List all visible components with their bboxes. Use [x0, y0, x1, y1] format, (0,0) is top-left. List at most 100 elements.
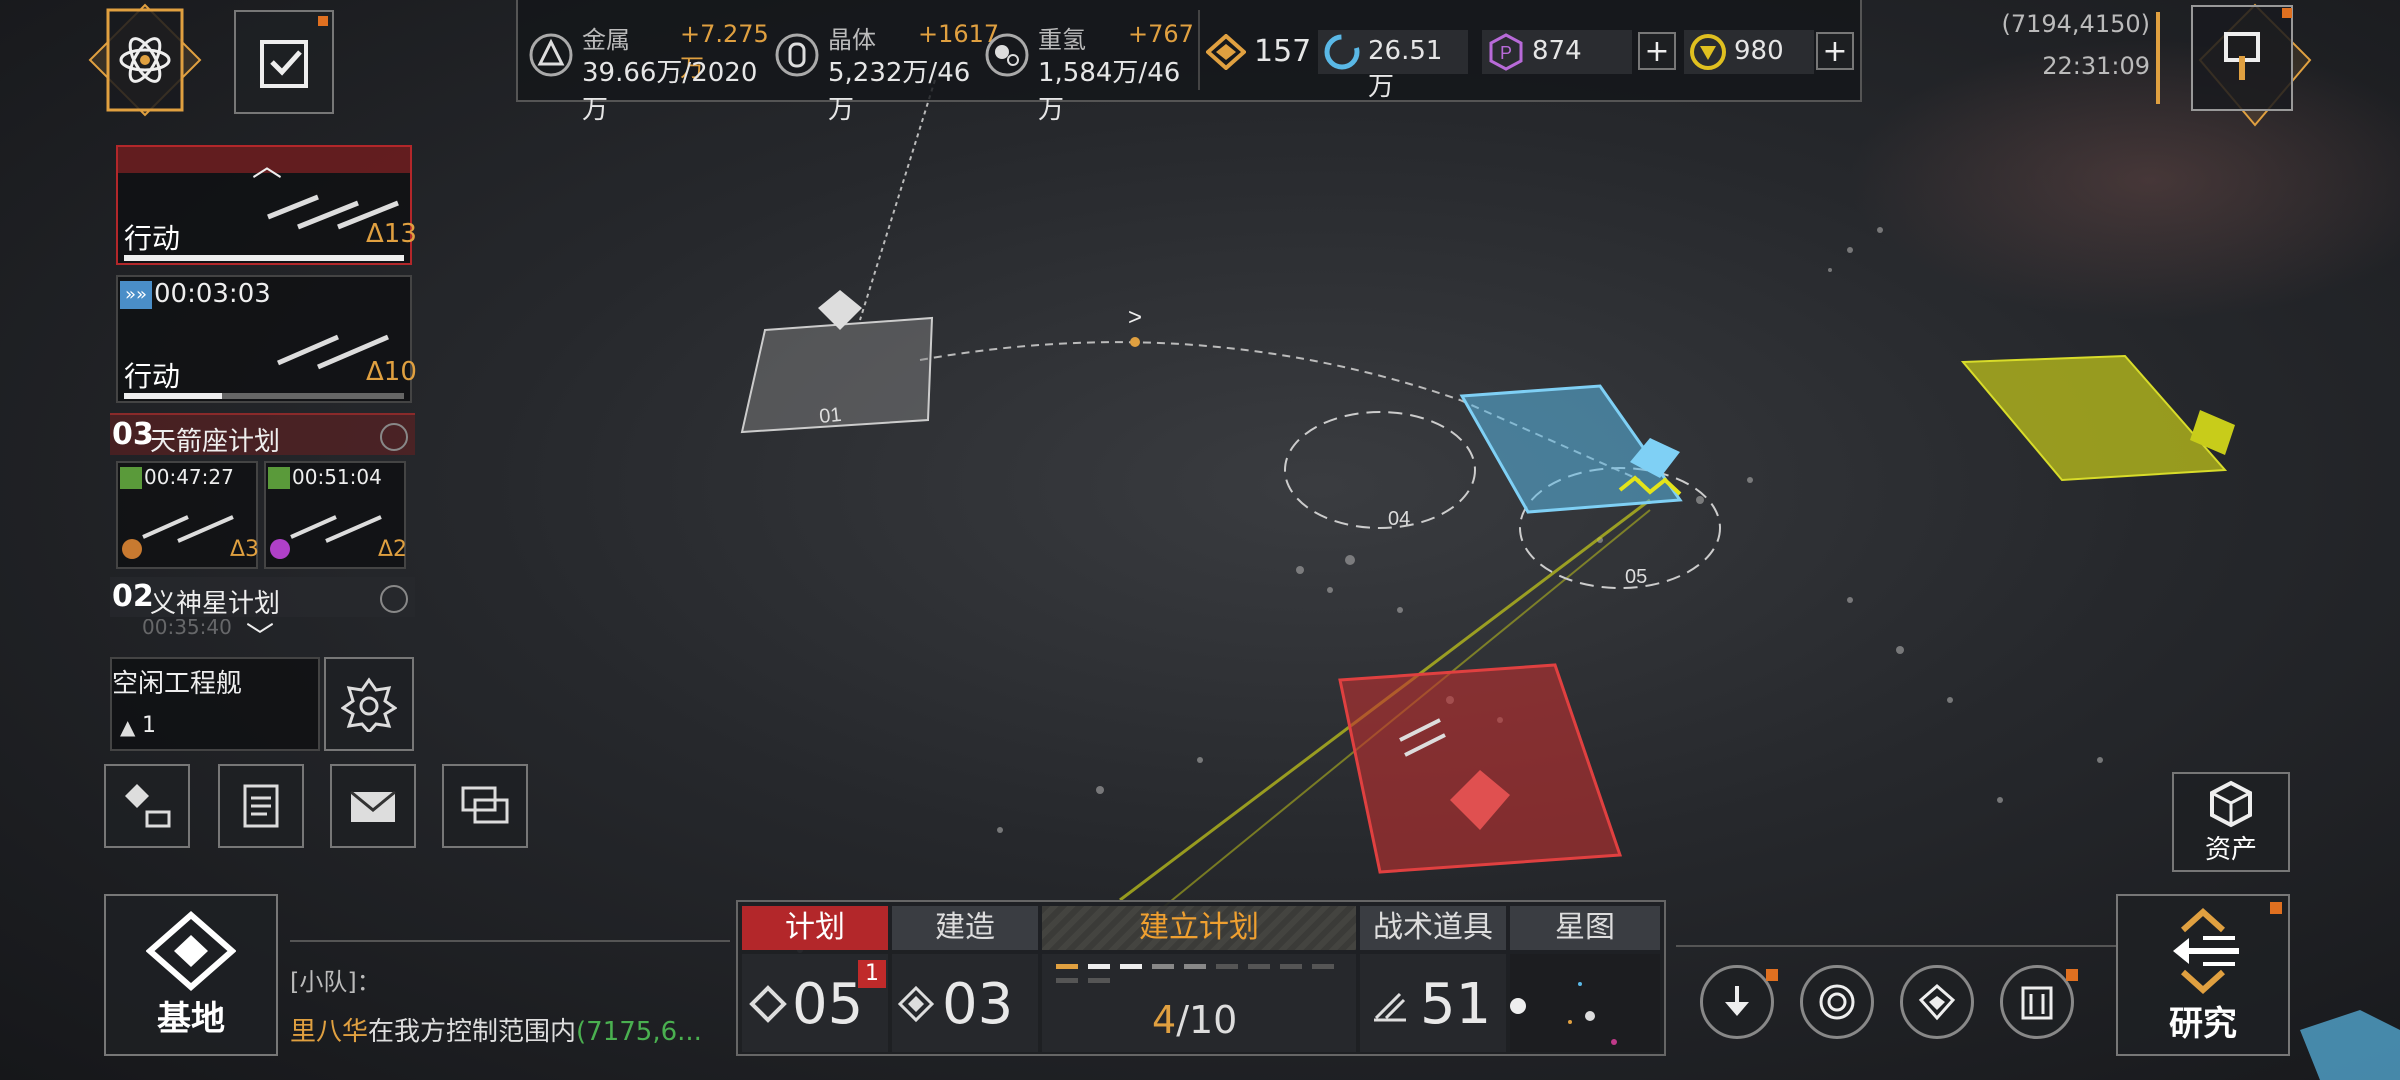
assets-button[interactable]: 资产: [2172, 772, 2290, 872]
download-button[interactable]: [1700, 965, 1774, 1039]
atom-menu-button[interactable]: [60, 0, 230, 120]
slot-icon: [268, 467, 290, 489]
chat-message: 在我方控制范围内: [368, 1017, 577, 1047]
deuterium-label: 重氢: [1038, 26, 1086, 54]
tab-tactical-items[interactable]: 战术道具: [1360, 906, 1506, 950]
tab-plan[interactable]: 计划: [742, 906, 888, 950]
plan-slot-1[interactable]: 00:47:27 Δ3: [116, 461, 259, 569]
plan-header-02[interactable]: 02 义神星计划: [110, 577, 415, 619]
guild-button[interactable]: [2000, 965, 2074, 1039]
tab-build[interactable]: 建造: [892, 906, 1038, 950]
cycle-icon: [1324, 34, 1360, 70]
map-marker-button[interactable]: [2170, 0, 2340, 130]
slot-timer: 00:47:27: [144, 465, 234, 489]
energy-value: 157: [1254, 34, 1312, 69]
cycle-value: 26.51万: [1368, 36, 1443, 102]
mail-collect-button[interactable]: [104, 764, 190, 848]
speed-icon: »»: [120, 281, 152, 309]
hexagon-p-icon: P: [1489, 33, 1523, 71]
minimap-icon: [1510, 982, 1617, 1045]
mail-button[interactable]: [330, 764, 416, 848]
premium-resource[interactable]: P 874: [1482, 30, 1632, 74]
fleet-status: 行动: [124, 360, 181, 393]
chat-channel: [小队]：: [290, 968, 381, 996]
time-text: 22:31:09: [2042, 52, 2150, 80]
fleet-timer: 00:03:03: [154, 279, 271, 309]
plan-toggle-icon[interactable]: [380, 585, 408, 613]
metal-value: 39.66万/2020万: [582, 58, 758, 125]
round-buttons-bar: [1676, 945, 2116, 1057]
scan-button[interactable]: [1800, 965, 1874, 1039]
idle-engineer-count: 1: [142, 713, 156, 738]
tab-create-plan[interactable]: 建立计划: [1042, 906, 1356, 950]
fleet-progress-bar: [124, 393, 404, 399]
research-icon: [2173, 907, 2239, 994]
metal-resource[interactable]: 金属 +7.275万 39.66万/2020万: [528, 20, 769, 125]
atom-icon: [119, 37, 171, 83]
research-button[interactable]: 研究: [2116, 894, 2290, 1056]
task-checklist-button[interactable]: [234, 10, 334, 114]
fleet-progress-bar: [124, 255, 404, 261]
gear-icon: [341, 677, 397, 732]
gold-resource[interactable]: 980: [1684, 30, 1814, 74]
deuterium-resource[interactable]: 重氢 +767 1,584万/46万: [984, 20, 1194, 125]
tactics-count: 51: [1420, 972, 1492, 1037]
chat-coords[interactable]: (7175,6...: [576, 1017, 702, 1047]
svg-text:P: P: [1500, 43, 1512, 63]
deuterium-icon: [985, 33, 1029, 77]
idle-engineer-panel[interactable]: 空闲工程舰 ▲ 1: [110, 657, 320, 751]
plan-count: 05: [792, 972, 864, 1037]
notification-dot: [318, 16, 328, 26]
add-premium-button[interactable]: +: [1638, 32, 1676, 70]
metal-icon: [529, 33, 573, 77]
envelope-icon: [350, 790, 396, 822]
build-icon: [897, 985, 935, 1023]
slot-level: Δ2: [378, 537, 408, 562]
plan-name: 天箭座计划: [150, 427, 281, 457]
fleet-progress-fill: [124, 393, 222, 399]
deuterium-gain: +767: [1128, 20, 1194, 48]
notification-dot: [1766, 969, 1778, 981]
chat-bubbles-icon: [461, 786, 509, 824]
deuterium-value: 1,584万/46万: [1038, 58, 1181, 125]
cycle-resource[interactable]: 26.51万: [1318, 30, 1468, 102]
metal-label: 金属: [582, 26, 630, 54]
fleet-level: Δ13: [366, 219, 417, 249]
slot-planet-icon: [122, 539, 142, 559]
gold-value: 980: [1734, 36, 1784, 66]
fleet-card-2[interactable]: »» 00:03:03 行动 Δ10: [116, 275, 417, 403]
build-progress-text: 4/10: [1152, 998, 1237, 1042]
build-counter[interactable]: 03: [892, 954, 1038, 1052]
tactics-counter[interactable]: 51: [1360, 954, 1506, 1052]
document-icon: [243, 784, 279, 828]
engineer-gear-button[interactable]: [324, 657, 414, 751]
chat-sender[interactable]: 里八华: [290, 1017, 368, 1047]
tab-star-map[interactable]: 星图: [1510, 906, 1660, 950]
chat-button[interactable]: [442, 764, 528, 848]
base-button[interactable]: 基地: [104, 894, 278, 1056]
crystal-value: 5,232万/46万: [828, 58, 971, 125]
premium-value: 874: [1532, 36, 1582, 66]
zone-04-label: 04: [1388, 508, 1410, 530]
plan-toggle-icon[interactable]: [380, 423, 408, 451]
plan-header-03[interactable]: 03 天箭座计划: [110, 413, 415, 457]
notes-button[interactable]: [218, 764, 304, 848]
mini-star-map[interactable]: [1510, 954, 1660, 1052]
chat-preview[interactable]: [小队]： 里八华在我方控制范围内(7175,6...: [290, 940, 730, 1052]
energy-resource[interactable]: 157: [1206, 30, 1311, 74]
build-total: /10: [1176, 998, 1238, 1042]
fleet-card-1[interactable]: ︿ 行动 Δ13: [116, 145, 417, 265]
guild-icon: [2021, 986, 2053, 1020]
zone-yellow: [1960, 354, 2228, 482]
person-list-icon: [125, 784, 171, 828]
create-plan-progress[interactable]: 4/10: [1042, 954, 1356, 1052]
slot-planet-icon: [270, 539, 290, 559]
plan-counter[interactable]: 05 1: [742, 954, 888, 1052]
resource-bar: 金属 +7.275万 39.66万/2020万 晶体 +1617 5,232万/…: [516, 0, 1862, 125]
plan-slot-2[interactable]: 00:51:04 Δ2: [264, 461, 408, 569]
alliance-button[interactable]: [1900, 965, 1974, 1039]
add-gold-button[interactable]: +: [1816, 32, 1854, 70]
expand-arrow-icon[interactable]: ﹀: [246, 615, 274, 655]
crystal-resource[interactable]: 晶体 +1617 5,232万/46万: [774, 20, 999, 125]
fleet-level: Δ10: [366, 357, 417, 387]
